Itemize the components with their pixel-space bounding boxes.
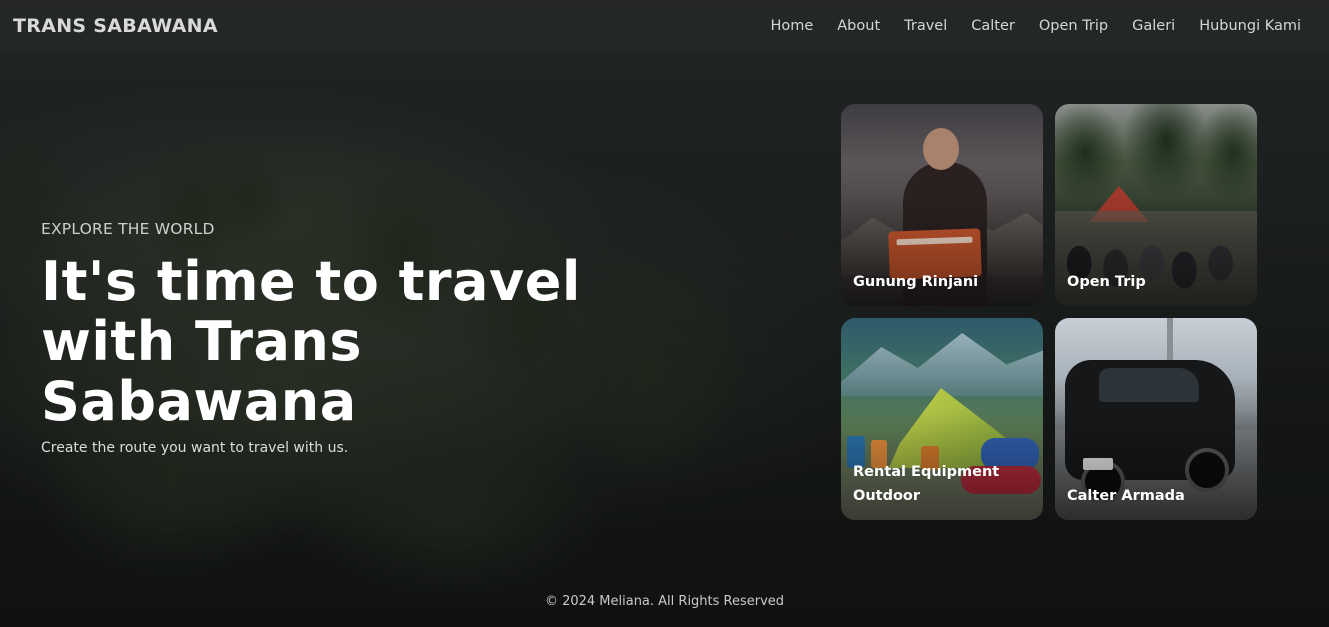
- card-calter-armada[interactable]: Calter Armada: [1055, 318, 1257, 520]
- card-label: Gunung Rinjani: [853, 274, 979, 290]
- brand-logo-link[interactable]: TRANS SABAWANA: [13, 15, 218, 37]
- card-label: Calter Armada: [1067, 488, 1185, 504]
- card-label: Rental Equipment Outdoor: [853, 464, 1000, 504]
- hero-subtitle: Create the route you want to travel with…: [41, 440, 349, 456]
- hero-headline: It's time to travel with Trans Sabawana: [41, 250, 581, 433]
- nav-link-home[interactable]: Home: [770, 18, 813, 34]
- nav-link-hubungi-kami[interactable]: Hubungi Kami: [1199, 18, 1301, 34]
- nav-link-open-trip[interactable]: Open Trip: [1039, 18, 1108, 34]
- card-open-trip[interactable]: Open Trip: [1055, 104, 1257, 306]
- hero-eyebrow: EXPLORE THE WORLD: [41, 220, 215, 238]
- card-gunung-rinjani[interactable]: Gunung Rinjani: [841, 104, 1043, 306]
- card-rental-equipment[interactable]: Rental Equipment Outdoor: [841, 318, 1043, 520]
- navbar: TRANS SABAWANA Home About Travel Calter …: [0, 0, 1329, 52]
- destination-cards: Gunung Rinjani Open Trip Rental Equipmen…: [841, 104, 1257, 520]
- footer-copyright: © 2024 Meliana. All Rights Reserved: [544, 594, 785, 609]
- nav-link-about[interactable]: About: [837, 18, 880, 34]
- hero-section: EXPLORE THE WORLD It's time to travel wi…: [41, 220, 681, 456]
- card-label: Open Trip: [1067, 274, 1146, 290]
- nav-link-travel[interactable]: Travel: [904, 18, 947, 34]
- nav-link-galeri[interactable]: Galeri: [1132, 18, 1175, 34]
- nav-link-calter[interactable]: Calter: [971, 18, 1015, 34]
- nav-menu: Home About Travel Calter Open Trip Galer…: [746, 18, 1301, 34]
